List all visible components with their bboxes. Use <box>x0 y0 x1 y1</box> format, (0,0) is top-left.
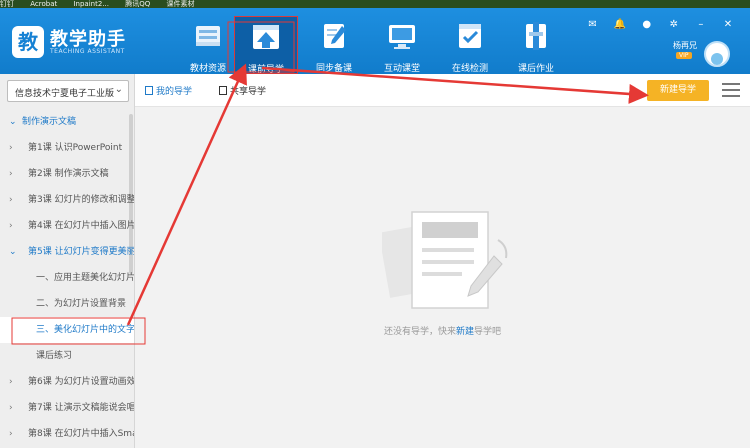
tree-lesson[interactable]: › 第1课 认识PowerPoint <box>0 135 134 161</box>
nav-sync-lesson-prep[interactable]: 同步备课 <box>302 16 366 74</box>
nav-label: 在线检测 <box>451 64 488 74</box>
chevron-right-icon: › <box>9 169 13 179</box>
top-bar: 教 教学助手 TEACHING ASSISTANT 教材资源 课前导学 同步备课 <box>0 8 750 75</box>
chevron-right-icon: › <box>9 221 13 231</box>
tab-shared-guides[interactable]: 共享导学 <box>219 84 266 97</box>
tree-lesson[interactable]: › 第8课 在幻灯片中插入SmartArt <box>0 421 134 447</box>
nav-homework[interactable]: 课后作业 <box>504 16 568 74</box>
tree-lesson[interactable]: › 第2课 制作演示文稿 <box>0 161 134 187</box>
taskbar-item[interactable]: 腾讯QQ <box>125 0 150 8</box>
document-icon <box>145 86 153 95</box>
avatar[interactable] <box>704 41 730 67</box>
nav-pre-class-guide[interactable]: 课前导学 <box>234 16 298 75</box>
tip-icon[interactable]: ● <box>641 19 653 31</box>
app-subtitle: TEACHING ASSISTANT <box>50 48 125 55</box>
gear-icon[interactable]: ✲ <box>668 19 680 31</box>
message-icon[interactable]: ✉ <box>587 19 599 31</box>
homework-icon <box>526 22 546 50</box>
nav-label: 教材资源 <box>189 64 226 74</box>
tree-section[interactable]: 课后练习 <box>0 343 134 369</box>
taskbar-item[interactable]: Inpaint2... <box>73 0 109 8</box>
menu-icon[interactable] <box>722 83 740 97</box>
pen-paper-icon <box>324 24 346 48</box>
new-guide-button[interactable]: 新建导学 <box>647 80 709 101</box>
tab-my-guides[interactable]: 我的导学 <box>145 84 192 97</box>
os-taskbar: 钉钉 Acrobat Inpaint2... 腾讯QQ 课件素材 <box>0 0 750 8</box>
chevron-down-icon: ⌄ <box>9 247 17 257</box>
checklist-icon <box>459 24 481 48</box>
nav-interactive-class[interactable]: 互动课堂 <box>370 16 434 74</box>
nav-textbook-resources[interactable]: 教材资源 <box>176 16 240 74</box>
bell-icon[interactable]: 🔔 <box>614 19 626 31</box>
textbook-icon <box>196 26 220 46</box>
user-badge: VIP <box>676 52 692 59</box>
tree-section-selected[interactable]: 三、美化幻灯片中的文字 <box>0 317 134 343</box>
taskbar-item[interactable]: 钉钉 <box>0 0 14 8</box>
chevron-right-icon: › <box>9 143 13 153</box>
chevron-right-icon: › <box>9 429 13 439</box>
nav-label: 同步备课 <box>315 64 352 74</box>
nav-online-test[interactable]: 在线检测 <box>438 16 502 74</box>
content-toolbar: 我的导学 共享导学 新建导学 <box>135 74 750 107</box>
chevron-right-icon: › <box>9 195 13 205</box>
tree-lesson-expanded[interactable]: ⌄ 第5课 让幻灯片变得更美丽 <box>0 239 134 265</box>
chevron-down-icon: ⌄ <box>9 117 17 127</box>
empty-document-illustration <box>382 211 508 309</box>
chevron-down-icon: ⌄ <box>114 84 123 95</box>
upload-icon <box>253 25 279 49</box>
empty-state-message: 还没有导学，快来新建导学吧 <box>383 327 502 337</box>
tree-lesson[interactable]: › 第7课 让演示文稿能说会唱 <box>0 395 134 421</box>
tree-lesson[interactable]: › 第4课 在幻灯片中插入图片 <box>0 213 134 239</box>
nav-label: 课后作业 <box>517 64 554 74</box>
taskbar-item[interactable]: Acrobat <box>30 0 57 8</box>
nav-label: 互动课堂 <box>383 64 420 74</box>
tree-section[interactable]: 一、应用主题美化幻灯片 <box>0 265 134 291</box>
share-icon <box>219 86 227 95</box>
close-icon[interactable]: ✕ <box>722 19 734 31</box>
sidebar: 信息技术宁夏电子工业版 ⌄ ⌄ 制作演示文稿 › 第1课 认识PowerPoin… <box>0 74 135 448</box>
content-area: 还没有导学，快来新建导学吧 <box>135 107 750 448</box>
monitor-icon <box>389 25 415 49</box>
minimize-icon[interactable]: – <box>695 19 707 31</box>
app-logo: 教 <box>12 26 44 58</box>
chevron-right-icon: › <box>9 377 13 387</box>
chevron-right-icon: › <box>9 403 13 413</box>
tree-section[interactable]: 二、为幻灯片设置背景 <box>0 291 134 317</box>
textbook-select[interactable]: 信息技术宁夏电子工业版 ⌄ <box>7 80 129 102</box>
textbook-select-value: 信息技术宁夏电子工业版 <box>15 89 115 99</box>
tree-lesson[interactable]: › 第6课 为幻灯片设置动画效果 <box>0 369 134 395</box>
tree-unit[interactable]: ⌄ 制作演示文稿 <box>0 109 134 135</box>
window-icons: ✉ 🔔 ● ✲ – ✕ <box>577 12 734 30</box>
create-new-link[interactable]: 新建 <box>456 327 474 337</box>
user-name: 杨再兄 <box>673 41 697 50</box>
taskbar-item[interactable]: 课件素材 <box>166 0 194 8</box>
tree-lesson[interactable]: › 第3课 幻灯片的修改和调整 <box>0 187 134 213</box>
